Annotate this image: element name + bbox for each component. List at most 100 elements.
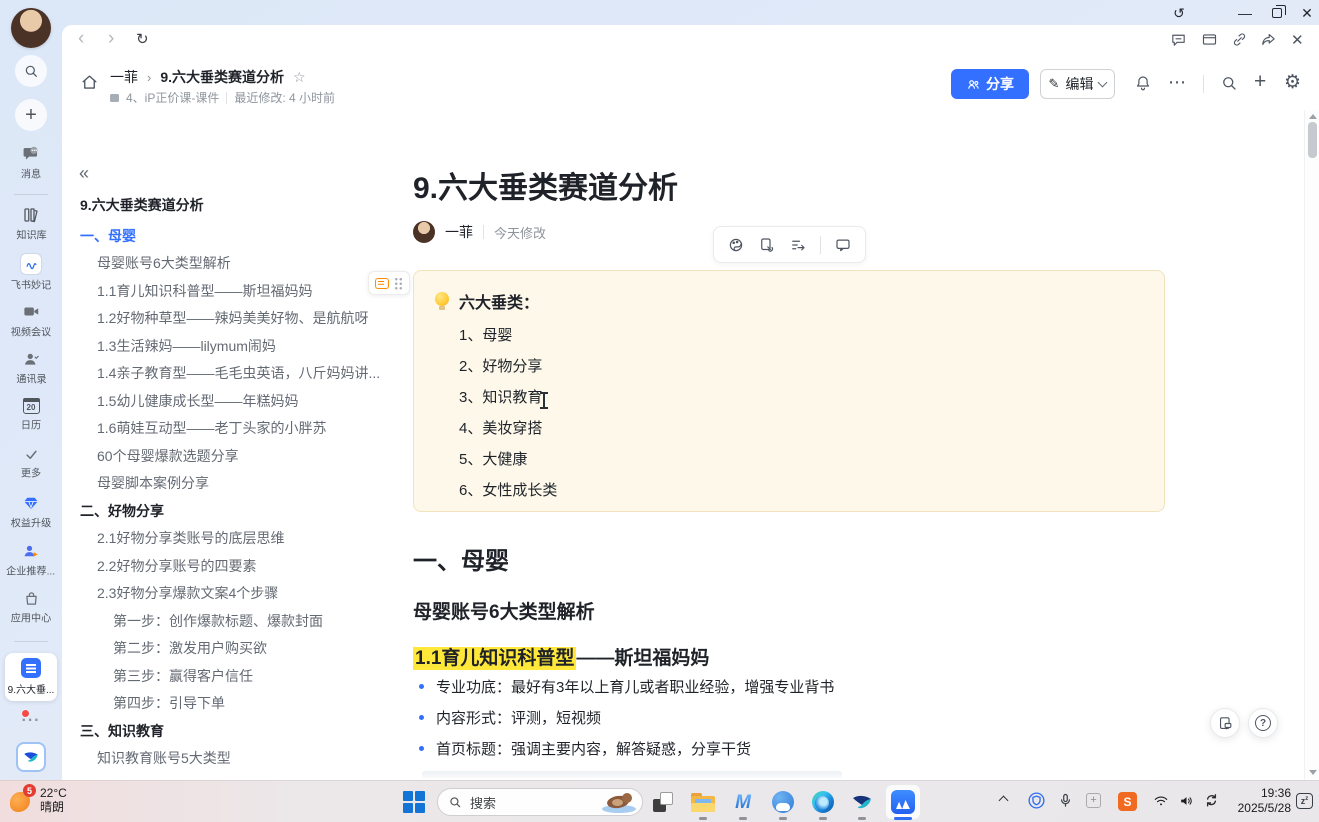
taskbar-clock[interactable]: 19:36 2025/5/28 bbox=[1221, 786, 1291, 816]
callout-list-item[interactable]: 5、大健康 bbox=[459, 443, 557, 474]
callout-list-item[interactable]: 6、女性成长类 bbox=[459, 474, 557, 505]
toc-item[interactable]: 三、知识教育 bbox=[80, 717, 388, 745]
toc-item[interactable]: 第三步：赢得客户信任 bbox=[80, 662, 388, 690]
maximize-button[interactable] bbox=[1262, 2, 1292, 24]
toc-item[interactable]: 母婴脚本案例分享 bbox=[80, 470, 388, 498]
callout-list-item[interactable]: 4、美妆穿搭 bbox=[459, 412, 557, 443]
toc-item[interactable]: 1.1育儿知识科普型——斯坦福妈妈 bbox=[80, 277, 388, 305]
sidebar-item-wiki[interactable]: 知识库 bbox=[0, 206, 62, 243]
toc-item[interactable]: 1.5幼儿健康成长型——年糕妈妈 bbox=[80, 387, 388, 415]
sidebar-item-appcenter[interactable]: 应用中心 bbox=[0, 590, 62, 626]
active-app-button[interactable] bbox=[886, 785, 920, 819]
toc-item[interactable]: 1.3生活辣妈——lilymum闹妈 bbox=[80, 332, 388, 360]
doc-heading3[interactable]: 1.1育儿知识科普型——斯坦福妈妈 bbox=[413, 643, 709, 670]
sidebar-doc-shortcut[interactable]: 9.六大垂... bbox=[5, 653, 57, 701]
breadcrumb-title[interactable]: 9.六大垂类赛道分析 bbox=[160, 67, 284, 87]
bullet-item[interactable]: 专业功底：最好有3年以上育儿或者职业经验，增强专业背书 bbox=[413, 671, 834, 702]
task-view-button[interactable] bbox=[650, 789, 676, 815]
create-button[interactable]: + bbox=[1254, 70, 1266, 94]
settings-button[interactable]: ⚙ bbox=[1284, 71, 1301, 94]
sidebar-item-meetings[interactable]: 视频会议 bbox=[0, 302, 62, 340]
callout-heading[interactable]: 六大垂类： bbox=[459, 289, 539, 313]
share-button[interactable]: 分享 bbox=[951, 69, 1029, 99]
microphone-tray-icon[interactable] bbox=[1057, 792, 1074, 809]
toc-item[interactable]: 母婴账号6大类型解析 bbox=[80, 250, 388, 278]
user-avatar[interactable] bbox=[11, 8, 51, 48]
toc-item[interactable]: 1.4亲子教育型——毛毛虫英语，八斤妈妈讲... bbox=[80, 360, 388, 388]
sidebar-new-button[interactable]: + bbox=[15, 99, 47, 131]
toc-item[interactable]: 1.6萌娃互动型——老丁头家的小胖苏 bbox=[80, 415, 388, 443]
edit-button[interactable]: ✎ 编辑 bbox=[1040, 69, 1115, 99]
taskbar-search[interactable]: 搜索 bbox=[437, 788, 643, 816]
sidebar-item-contacts[interactable]: 通讯录 bbox=[0, 350, 62, 387]
nav-forward-button[interactable]: › bbox=[108, 29, 114, 48]
callout-list-item[interactable]: 1、母婴 bbox=[459, 319, 557, 350]
open-in-window-button[interactable] bbox=[1201, 31, 1218, 48]
scrollbar-thumb[interactable] bbox=[1308, 122, 1317, 158]
tray-expand-button[interactable] bbox=[1000, 794, 1007, 804]
callout-block[interactable]: 六大垂类： 1、母婴 2、好物分享 3、知识教育 4、美妆穿搭 5、大健康 6、… bbox=[413, 270, 1165, 512]
weather-widget[interactable]: 5 22°C 晴朗 bbox=[8, 784, 67, 816]
insert-link-doc-button[interactable] bbox=[758, 236, 776, 254]
more-actions-button[interactable]: ⋯ bbox=[1168, 72, 1186, 93]
edge-button[interactable] bbox=[810, 789, 836, 815]
doc-title[interactable]: 9.六大垂类赛道分析 bbox=[413, 163, 678, 207]
wifi-tray-icon[interactable] bbox=[1152, 793, 1170, 809]
callout-block-icon[interactable] bbox=[375, 278, 389, 289]
doc-heading2[interactable]: 母婴账号6大类型解析 bbox=[413, 597, 595, 624]
toc-doc-title[interactable]: 9.六大垂类赛道分析 bbox=[80, 195, 204, 215]
ime-tray-icon[interactable]: + bbox=[1086, 793, 1101, 808]
doc-comment-button[interactable] bbox=[1170, 31, 1187, 48]
toc-item[interactable]: 第四步：引导下单 bbox=[80, 690, 388, 718]
toc-item[interactable]: 2.3好物分享爆款文案4个步骤 bbox=[80, 580, 388, 608]
catalog-float-button[interactable] bbox=[1210, 708, 1240, 738]
drag-handle-icon[interactable] bbox=[394, 277, 403, 290]
callout-list-item[interactable]: 2、好物分享 bbox=[459, 350, 557, 381]
bullet-item[interactable]: 首页标题：强调主要内容，解答疑惑，分享干货 bbox=[413, 733, 834, 764]
scroll-up-arrow[interactable] bbox=[1309, 114, 1317, 119]
file-explorer-button[interactable] bbox=[690, 789, 716, 815]
toc-collapse-button[interactable]: « bbox=[79, 163, 89, 184]
mail-app-button[interactable]: M bbox=[730, 789, 756, 815]
toc-item[interactable]: 60个母婴爆款选题分享 bbox=[80, 442, 388, 470]
sidebar-search-button[interactable] bbox=[15, 55, 47, 87]
feishu-taskbar-button[interactable] bbox=[849, 789, 875, 815]
toc-item[interactable]: 一、母婴 bbox=[80, 222, 388, 250]
scroll-down-arrow[interactable] bbox=[1309, 770, 1317, 775]
sidebar-item-referral[interactable]: 企业推荐... bbox=[0, 542, 62, 579]
toc-item[interactable]: 二、好物分享 bbox=[80, 497, 388, 525]
focus-assist-icon[interactable]: z z bbox=[1296, 793, 1313, 809]
toc-item[interactable]: 第二步：激发用户购买欲 bbox=[80, 635, 388, 663]
sidebar-item-calendar[interactable]: 20 日历 bbox=[0, 398, 62, 433]
close-tab-button[interactable]: ✕ bbox=[1291, 31, 1304, 49]
help-float-button[interactable]: ? bbox=[1248, 708, 1278, 738]
toc-item[interactable]: 2.1好物分享类账号的底层思维 bbox=[80, 525, 388, 553]
sogou-tray-icon[interactable]: S bbox=[1118, 792, 1137, 811]
toc-item[interactable]: 1.2好物种草型——辣妈美美好物、是航航呀 bbox=[80, 305, 388, 333]
sidebar-item-minutes[interactable]: 飞书妙记 bbox=[0, 254, 62, 293]
start-button[interactable] bbox=[403, 791, 425, 813]
insert-block-button[interactable] bbox=[789, 236, 807, 254]
copy-link-button[interactable] bbox=[1231, 31, 1248, 48]
global-search-button[interactable] bbox=[1220, 74, 1238, 92]
scrollbar[interactable] bbox=[1304, 110, 1319, 780]
notifications-button[interactable] bbox=[1134, 74, 1152, 92]
minimize-button[interactable]: — bbox=[1230, 2, 1260, 24]
doc-heading1[interactable]: 一、母婴 bbox=[413, 541, 509, 576]
comment-button[interactable] bbox=[834, 236, 852, 254]
nav-back-button[interactable]: ‹ bbox=[78, 29, 84, 48]
sidebar-item-messages[interactable]: 消息 bbox=[0, 144, 62, 182]
security-tray-icon[interactable] bbox=[1027, 791, 1046, 810]
toc-item[interactable]: 知识教育账号5大类型 bbox=[80, 745, 388, 773]
star-icon[interactable]: ☆ bbox=[293, 69, 306, 86]
bullet-item[interactable]: 内容形式：评测，短视频 bbox=[413, 702, 834, 733]
author-name[interactable]: 一菲 bbox=[445, 222, 473, 242]
sidebar-item-more[interactable]: 更多 bbox=[0, 447, 62, 481]
share-window-button[interactable] bbox=[1260, 31, 1277, 48]
home-button[interactable] bbox=[80, 73, 99, 92]
sidebar-item-upgrade[interactable]: 权益升级 bbox=[0, 494, 62, 531]
close-window-button[interactable]: ✕ bbox=[1292, 2, 1319, 24]
theme-palette-button[interactable] bbox=[727, 236, 745, 254]
sidebar-more-apps[interactable]: ··· bbox=[0, 712, 62, 730]
doc-folder[interactable]: 4、iP正价课-课件 bbox=[126, 89, 219, 106]
